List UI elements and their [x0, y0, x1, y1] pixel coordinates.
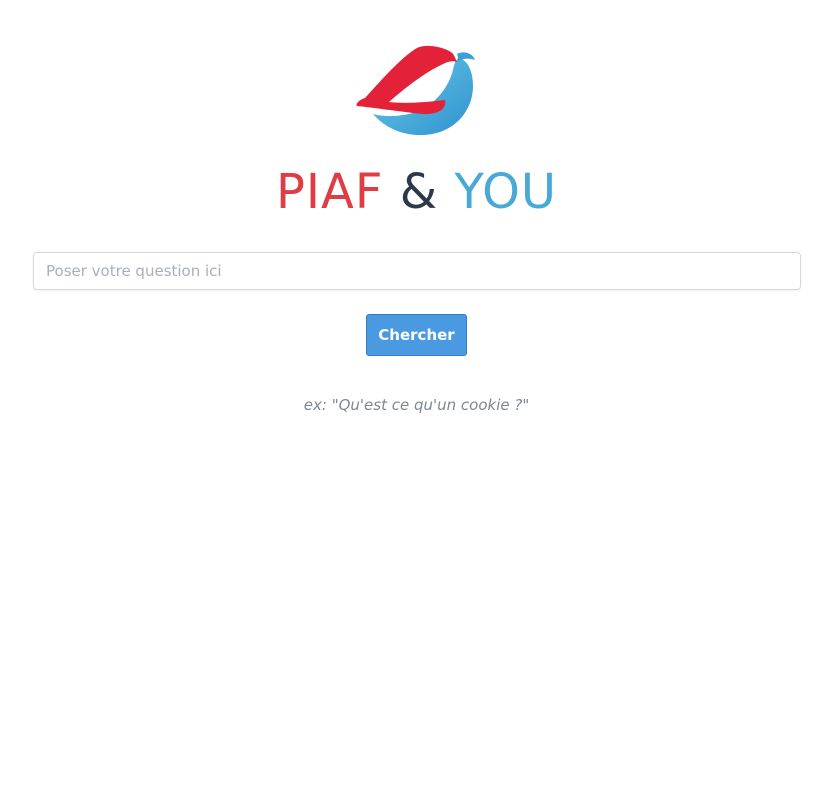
question-input[interactable] [33, 252, 801, 290]
title-word-piaf: PIAF [275, 164, 384, 220]
title-word-you: YOU [454, 164, 558, 220]
title-ampersand: & [399, 164, 439, 220]
app-title: PIAF & YOU [0, 160, 833, 224]
bird-logo-icon [356, 45, 475, 136]
search-button[interactable]: Chercher [366, 314, 467, 356]
example-hint: ex: "Qu'est ce qu'un cookie ?" [303, 396, 530, 414]
